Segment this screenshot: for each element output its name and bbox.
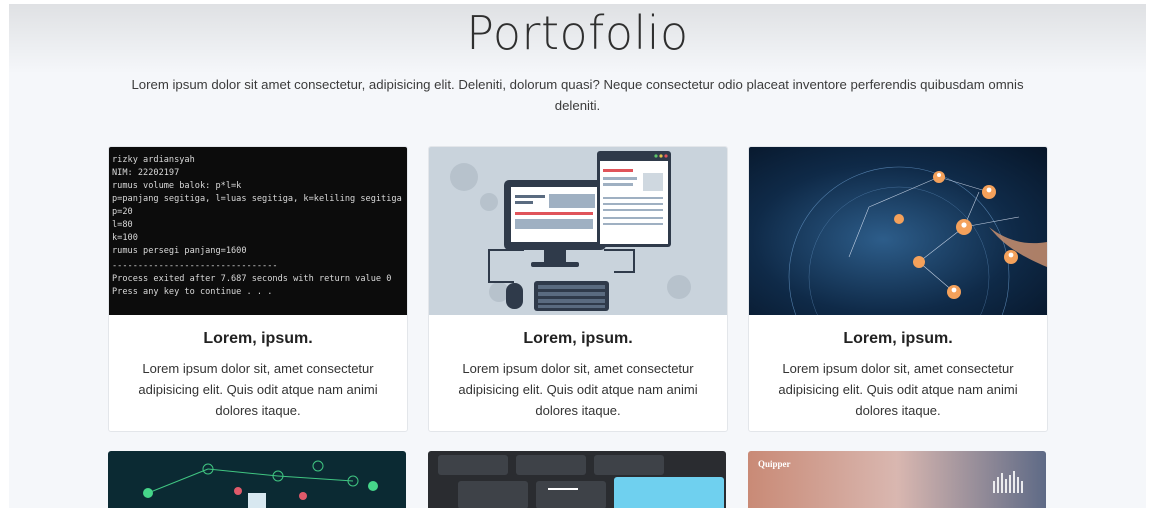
- portfolio-card-5[interactable]: [428, 451, 726, 508]
- terminal-line: rumus volume balok: p*l=k: [112, 181, 242, 191]
- portfolio-section: Portofolio Lorem ipsum dolor sit amet co…: [9, 4, 1146, 508]
- card-text: Lorem ipsum dolor sit, amet consectetur …: [458, 361, 698, 418]
- card-title: Lorem, ipsum.: [843, 330, 953, 347]
- terminal-line: NIM: 22202197: [112, 168, 179, 178]
- network-icons-image: [108, 451, 406, 508]
- card-text: Lorem ipsum dolor sit, amet consectetur …: [138, 361, 378, 418]
- terminal-line: --------------------------------: [112, 261, 278, 271]
- portfolio-card-4[interactable]: [108, 451, 406, 508]
- portfolio-card-6[interactable]: Quipper: [748, 451, 1046, 508]
- card-title: Lorem, ipsum.: [523, 330, 633, 347]
- terminal-line: l=80: [112, 220, 133, 230]
- terminal-line: rizky ardiansyah: [112, 155, 195, 165]
- card-title: Lorem, ipsum.: [203, 330, 313, 347]
- global-network-image: [749, 147, 1047, 315]
- portfolio-card-3[interactable]: Lorem, ipsum. Lorem ipsum dolor sit, ame…: [748, 146, 1048, 432]
- quipper-logo: Quipper: [758, 459, 791, 469]
- card-text: Lorem ipsum dolor sit, amet consectetur …: [778, 361, 1018, 418]
- terminal-line: k=100: [112, 233, 138, 243]
- quipper-image: Quipper: [748, 451, 1046, 508]
- terminal-line: Process exited after 7.687 seconds with …: [112, 274, 391, 284]
- portfolio-card-1[interactable]: rizky ardiansyah NIM: 22202197 rumus vol…: [108, 146, 408, 432]
- terminal-line: rumus persegi panjang=1600: [112, 246, 247, 256]
- keyboard-image: [428, 451, 726, 508]
- terminal-screenshot-image: rizky ardiansyah NIM: 22202197 rumus vol…: [109, 147, 407, 315]
- terminal-line: Press any key to continue . . .: [112, 287, 272, 297]
- section-title: Portofolio: [466, 6, 689, 60]
- portfolio-card-2[interactable]: Lorem, ipsum. Lorem ipsum dolor sit, ame…: [428, 146, 728, 432]
- terminal-line: p=20: [112, 207, 133, 217]
- terminal-line: p=panjang segitiga, l=luas segitiga, k=k…: [112, 194, 402, 204]
- computer-illustration-image: [429, 147, 727, 315]
- section-subtitle: Lorem ipsum dolor sit amet consectetur, …: [131, 77, 1024, 113]
